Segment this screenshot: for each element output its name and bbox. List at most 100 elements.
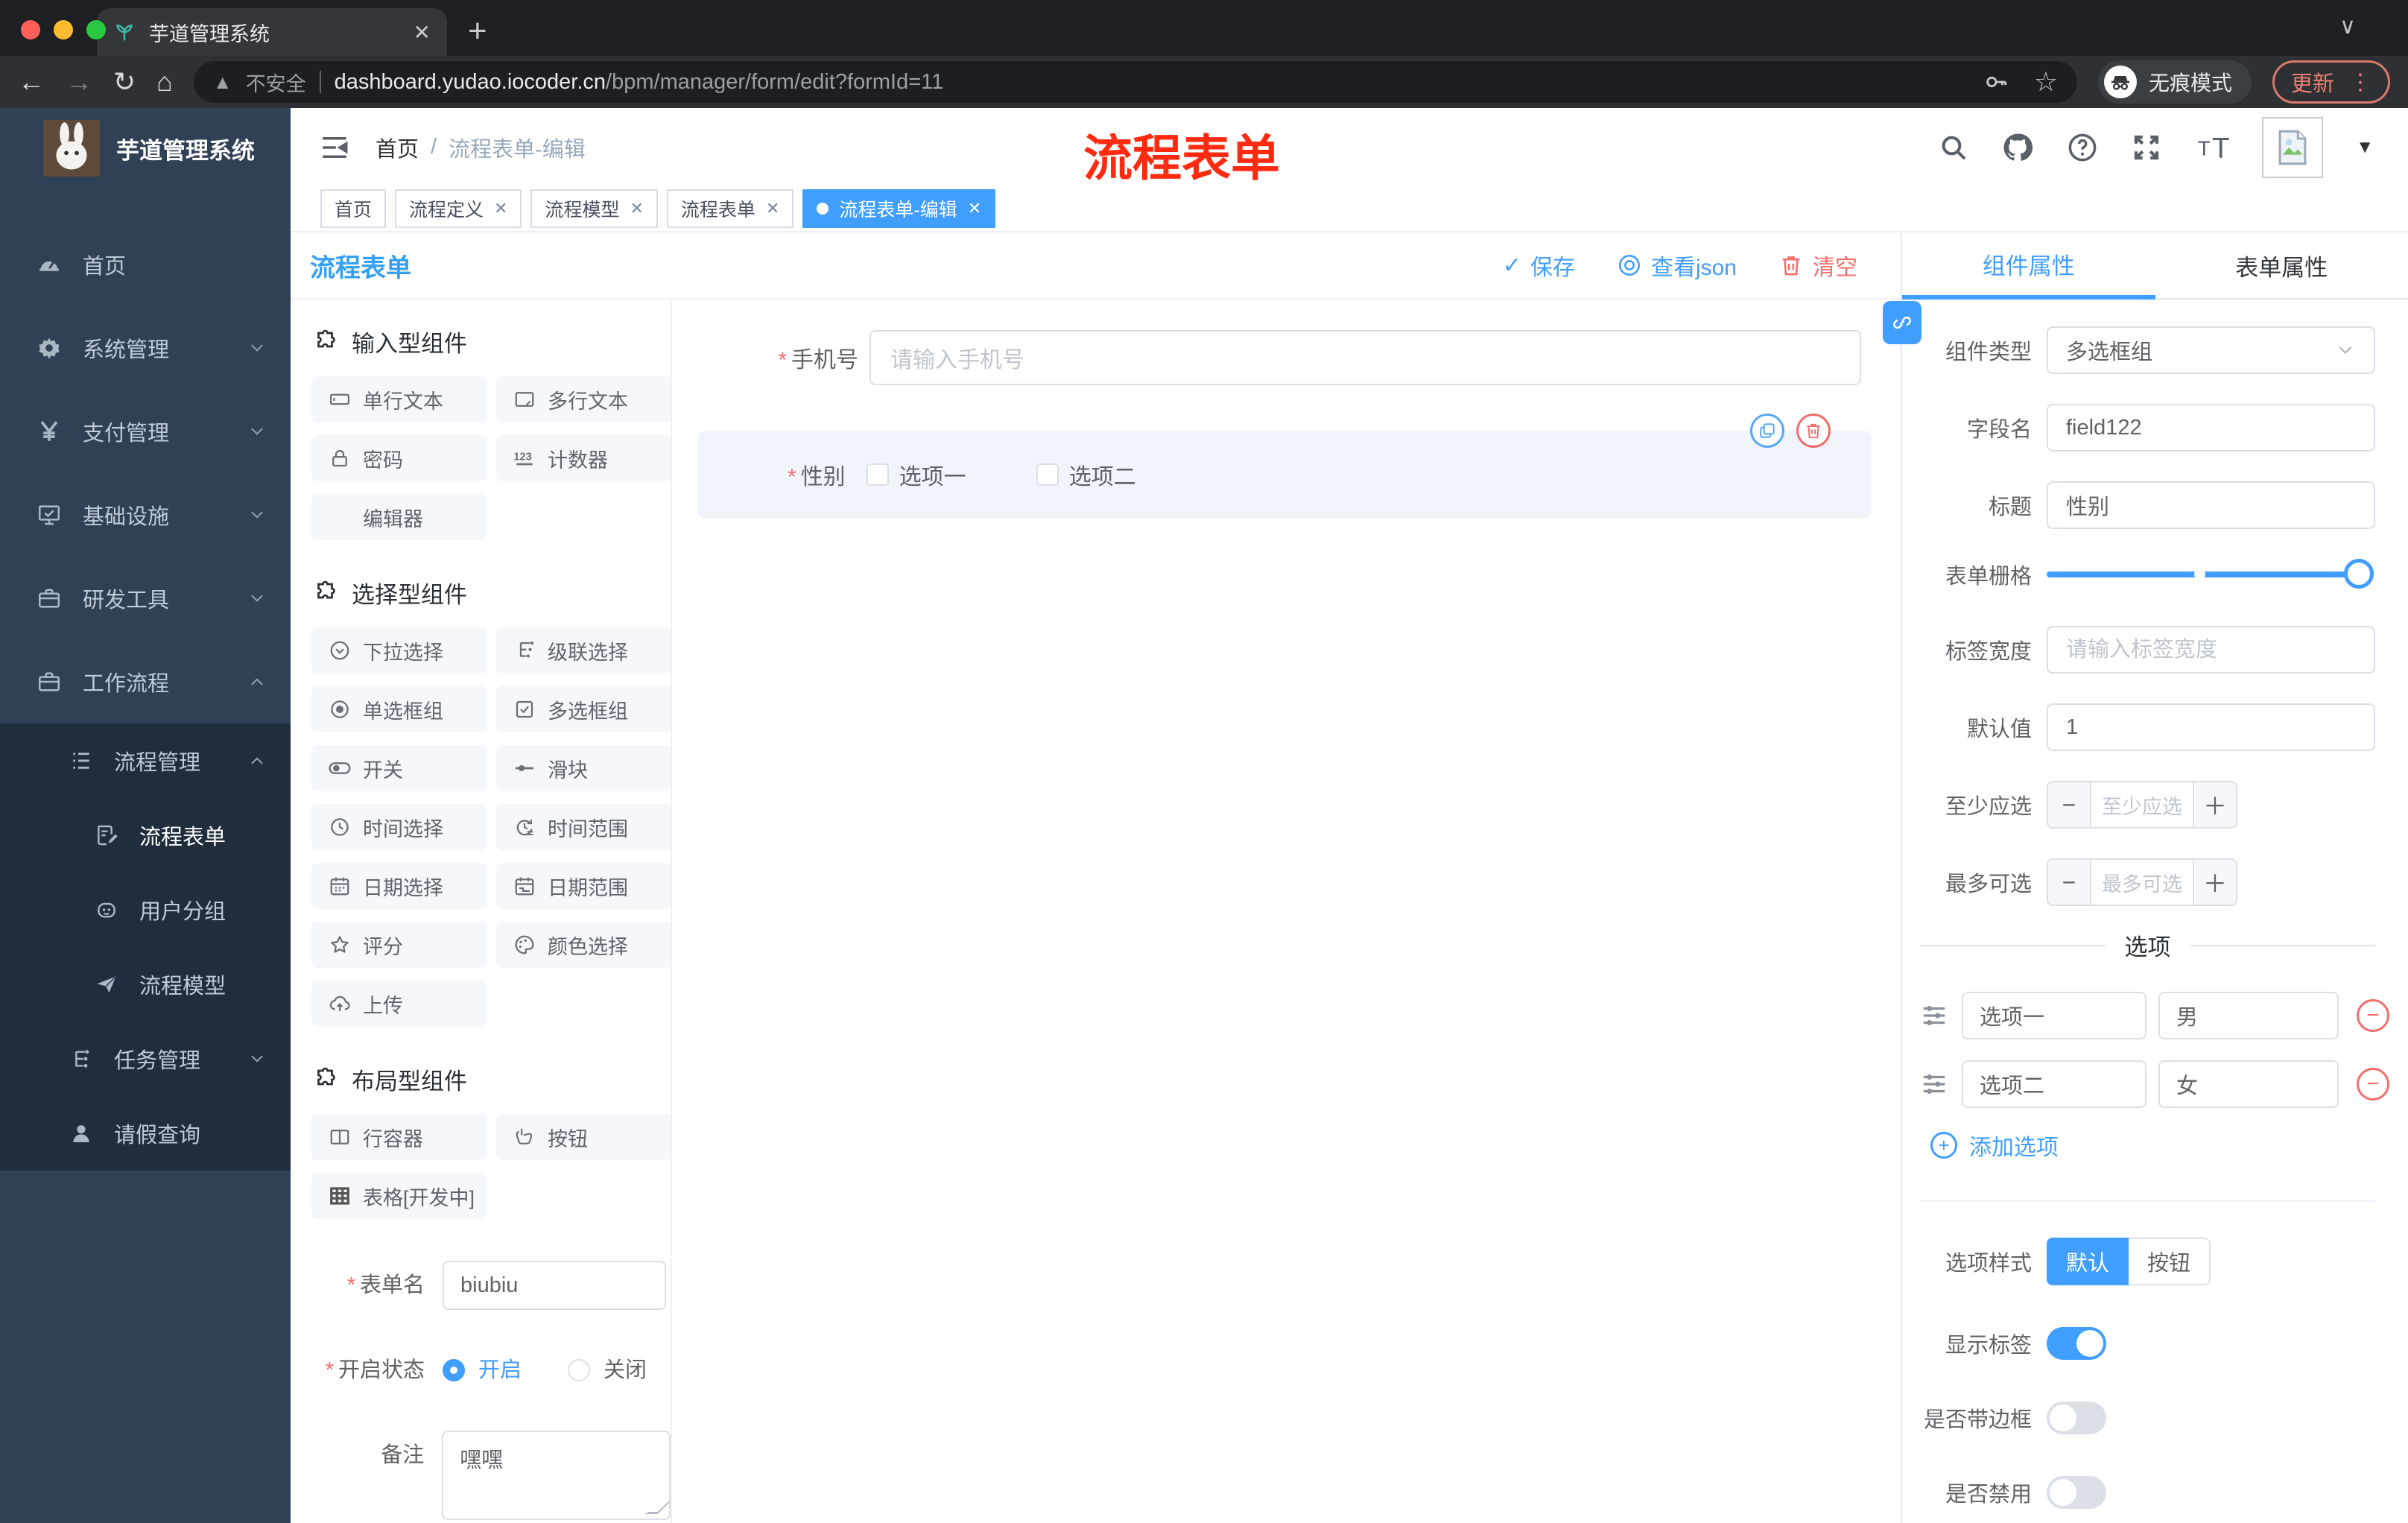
link-tab[interactable]: [1883, 301, 1921, 344]
browser-update-button[interactable]: 更新 ⋮: [2272, 60, 2390, 104]
drag-handle-icon[interactable]: [1920, 1001, 1948, 1030]
sidebar-item-workflow[interactable]: 工作流程: [0, 640, 291, 723]
radio-on[interactable]: [443, 1359, 465, 1381]
tab-list-chevron-icon[interactable]: ∨: [2339, 13, 2356, 39]
palette-item-date-picker[interactable]: 日期选择: [311, 863, 487, 909]
palette-item-radio-group[interactable]: 单选框组: [311, 686, 487, 732]
canvas-field-phone[interactable]: * 手机号 请输入手机号: [672, 330, 1901, 385]
fullscreen-icon[interactable]: [2131, 132, 2162, 163]
palette-item-cascader[interactable]: 级联选择: [496, 627, 671, 674]
tag-home[interactable]: 首页: [320, 189, 387, 228]
sidebar-item-home[interactable]: 首页: [0, 223, 291, 306]
max-select-stepper[interactable]: − 最多可选 ＋: [2047, 858, 2237, 906]
checkbox-icon[interactable]: [1036, 463, 1059, 486]
sidebar-item-user-group[interactable]: 用户分组: [0, 873, 291, 947]
tag-process-form[interactable]: 流程表单 ✕: [666, 189, 794, 228]
palette-item-checkbox-group[interactable]: 多选框组: [496, 686, 671, 732]
sidebar-item-process-mgmt[interactable]: 流程管理: [0, 723, 291, 798]
sidebar-item-process-form[interactable]: 流程表单: [0, 798, 291, 873]
radio-on-label[interactable]: 开启: [478, 1346, 522, 1395]
palette-item-color-picker[interactable]: 颜色选择: [496, 922, 671, 968]
palette-item-multi-text[interactable]: 多行文本: [496, 376, 671, 422]
min-select-stepper[interactable]: − 至少应选 ＋: [2047, 781, 2237, 829]
form-name-input[interactable]: [443, 1261, 666, 1310]
checkbox-icon[interactable]: [866, 463, 889, 486]
bookmark-star-icon[interactable]: ☆: [2034, 66, 2058, 98]
close-window-button[interactable]: [21, 20, 40, 39]
address-bar[interactable]: ▲ 不安全 dashboard.yudao.iocoder.cn/bpm/man…: [193, 61, 2077, 103]
slider-handle[interactable]: [2344, 559, 2374, 589]
plus-button[interactable]: ＋: [2193, 860, 2236, 905]
canvas-field-gender-selected[interactable]: * 性别 选项一 选项二: [698, 414, 1872, 519]
tab-component-props[interactable]: 组件属性: [1902, 232, 2155, 300]
back-button[interactable]: ←: [18, 66, 45, 98]
palette-item-time-picker[interactable]: 时间选择: [311, 804, 487, 850]
home-button[interactable]: ⌂: [156, 66, 173, 98]
close-icon[interactable]: ✕: [630, 199, 643, 218]
close-icon[interactable]: ✕: [766, 199, 779, 218]
disabled-toggle[interactable]: [2047, 1476, 2106, 1509]
palette-item-row-container[interactable]: 行容器: [311, 1114, 487, 1160]
add-option-button[interactable]: + 添加选项: [1930, 1129, 2375, 1162]
palette-item-slider[interactable]: 滑块: [496, 745, 671, 791]
gender-checkbox-1[interactable]: 选项一: [866, 458, 966, 491]
minimize-window-button[interactable]: [54, 20, 73, 39]
field-name-input[interactable]: [2047, 404, 2375, 452]
browser-menu-icon[interactable]: ⋮: [2349, 69, 2371, 95]
hamburger-icon[interactable]: [319, 132, 350, 163]
view-json-button[interactable]: 查看json: [1617, 249, 1737, 282]
palette-item-button[interactable]: 按钮: [496, 1114, 671, 1160]
palette-item-counter[interactable]: 计数器: [496, 435, 671, 481]
minus-button[interactable]: −: [2048, 782, 2091, 827]
search-icon[interactable]: [1939, 133, 1968, 162]
resize-handle[interactable]: [644, 1501, 671, 1514]
option-name-input[interactable]: [1962, 1060, 2146, 1108]
sidebar-item-infra[interactable]: 基础设施: [0, 473, 291, 557]
drag-handle-icon[interactable]: [1920, 1070, 1948, 1098]
browser-tab[interactable]: 芋道管理系统 ✕: [97, 8, 447, 56]
palette-item-time-range[interactable]: 时间范围: [496, 804, 671, 850]
minus-button[interactable]: −: [2048, 860, 2091, 905]
password-key-icon[interactable]: [1983, 69, 2009, 95]
avatar[interactable]: [2262, 116, 2324, 178]
tab-form-props[interactable]: 表单属性: [2155, 232, 2408, 300]
style-default-button[interactable]: 默认: [2047, 1238, 2129, 1285]
help-icon[interactable]: [2067, 132, 2098, 163]
phone-input[interactable]: 请输入手机号: [869, 330, 1861, 385]
option-value-input[interactable]: [2158, 1060, 2339, 1108]
palette-item-rate[interactable]: 评分: [311, 922, 487, 968]
palette-item-single-text[interactable]: 单行文本: [311, 376, 487, 422]
sidebar-item-leave-query[interactable]: 请假查询: [0, 1096, 291, 1171]
tag-process-model[interactable]: 流程模型 ✕: [530, 189, 658, 228]
forward-button[interactable]: →: [66, 66, 92, 98]
new-tab-button[interactable]: +: [468, 13, 487, 50]
breadcrumb-home[interactable]: 首页: [376, 132, 419, 163]
palette-item-upload[interactable]: 上传: [311, 981, 487, 1027]
font-size-icon[interactable]: [2195, 132, 2229, 163]
sidebar-item-devtools[interactable]: 研发工具: [0, 557, 291, 640]
option-name-input[interactable]: [1962, 992, 2146, 1039]
palette-item-password[interactable]: 密码: [311, 435, 487, 481]
palette-item-select[interactable]: 下拉选择: [311, 627, 487, 674]
copy-component-button[interactable]: [1750, 414, 1784, 448]
gender-checkbox-2[interactable]: 选项二: [1036, 458, 1136, 491]
tag-process-form-edit[interactable]: 流程表单-编辑 ✕: [802, 189, 996, 228]
option-value-input[interactable]: [2158, 992, 2339, 1039]
tag-process-definition[interactable]: 流程定义 ✕: [395, 189, 522, 228]
remove-option-button[interactable]: −: [2357, 999, 2389, 1032]
close-icon[interactable]: ✕: [968, 199, 981, 218]
remark-textarea[interactable]: 嘿嘿: [442, 1431, 671, 1520]
sidebar-item-system[interactable]: 系统管理: [0, 306, 291, 390]
maximize-window-button[interactable]: [86, 20, 106, 39]
window-controls[interactable]: [21, 20, 106, 39]
style-button-button[interactable]: 按钮: [2129, 1238, 2211, 1285]
label-width-input[interactable]: [2047, 626, 2375, 674]
sidebar-item-process-model[interactable]: 流程模型: [0, 947, 291, 1022]
close-icon[interactable]: ✕: [494, 199, 507, 218]
delete-component-button[interactable]: [1796, 414, 1831, 448]
palette-item-date-range[interactable]: 日期范围: [496, 863, 671, 909]
radio-off-label[interactable]: 关闭: [603, 1346, 647, 1395]
grid-slider[interactable]: [2047, 559, 2374, 589]
palette-item-switch[interactable]: 开关: [311, 745, 487, 791]
plus-button[interactable]: ＋: [2193, 782, 2236, 827]
